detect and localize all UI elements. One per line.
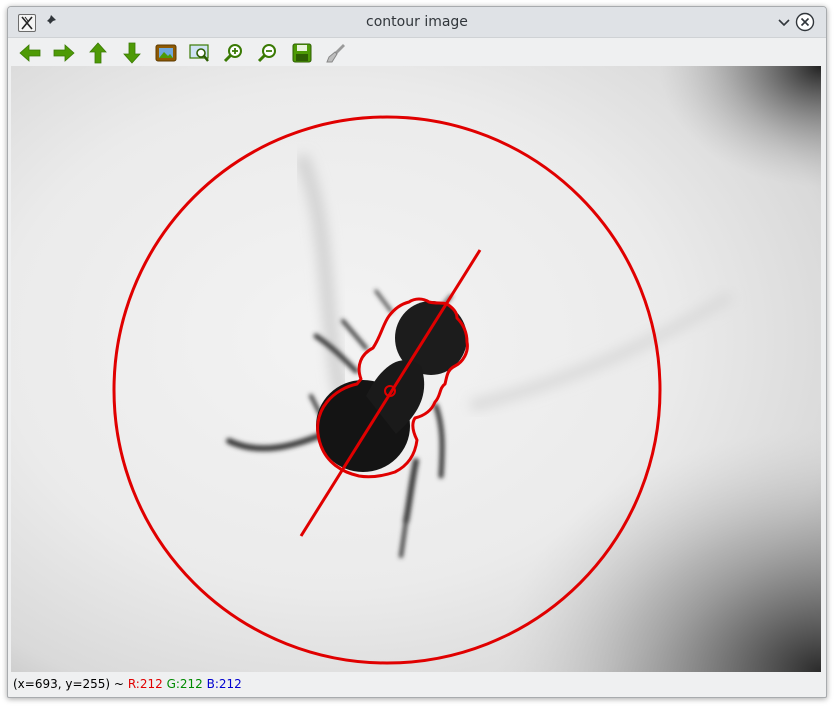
status-green-value: G:212 — [166, 677, 203, 691]
image-icon[interactable] — [153, 41, 179, 65]
image-canvas[interactable] — [11, 66, 821, 672]
close-icon[interactable] — [795, 12, 815, 32]
window-title: contour image — [366, 14, 468, 30]
toolbar — [8, 38, 826, 66]
zoom-region-icon[interactable] — [187, 41, 213, 65]
title-bar[interactable]: contour image — [8, 7, 826, 38]
arrow-right-icon[interactable] — [51, 41, 77, 65]
zoom-in-icon[interactable] — [221, 41, 247, 65]
arrow-down-icon[interactable] — [119, 41, 145, 65]
status-red-value: R:212 — [127, 677, 163, 691]
status-blue-value: B:212 — [206, 677, 242, 691]
app-window: contour image (x=693, y=255) ~ R:212 G:2… — [7, 6, 827, 698]
arrow-left-icon[interactable] — [17, 41, 43, 65]
status-coords: (x=693, y=255) ~ — [13, 677, 124, 691]
save-icon[interactable] — [289, 41, 315, 65]
chevron-down-icon[interactable] — [776, 14, 792, 30]
status-bar: (x=693, y=255) ~ R:212 G:212 B:212 — [13, 677, 242, 695]
zoom-out-icon[interactable] — [255, 41, 281, 65]
brush-icon[interactable] — [323, 41, 349, 65]
arrow-up-icon[interactable] — [85, 41, 111, 65]
